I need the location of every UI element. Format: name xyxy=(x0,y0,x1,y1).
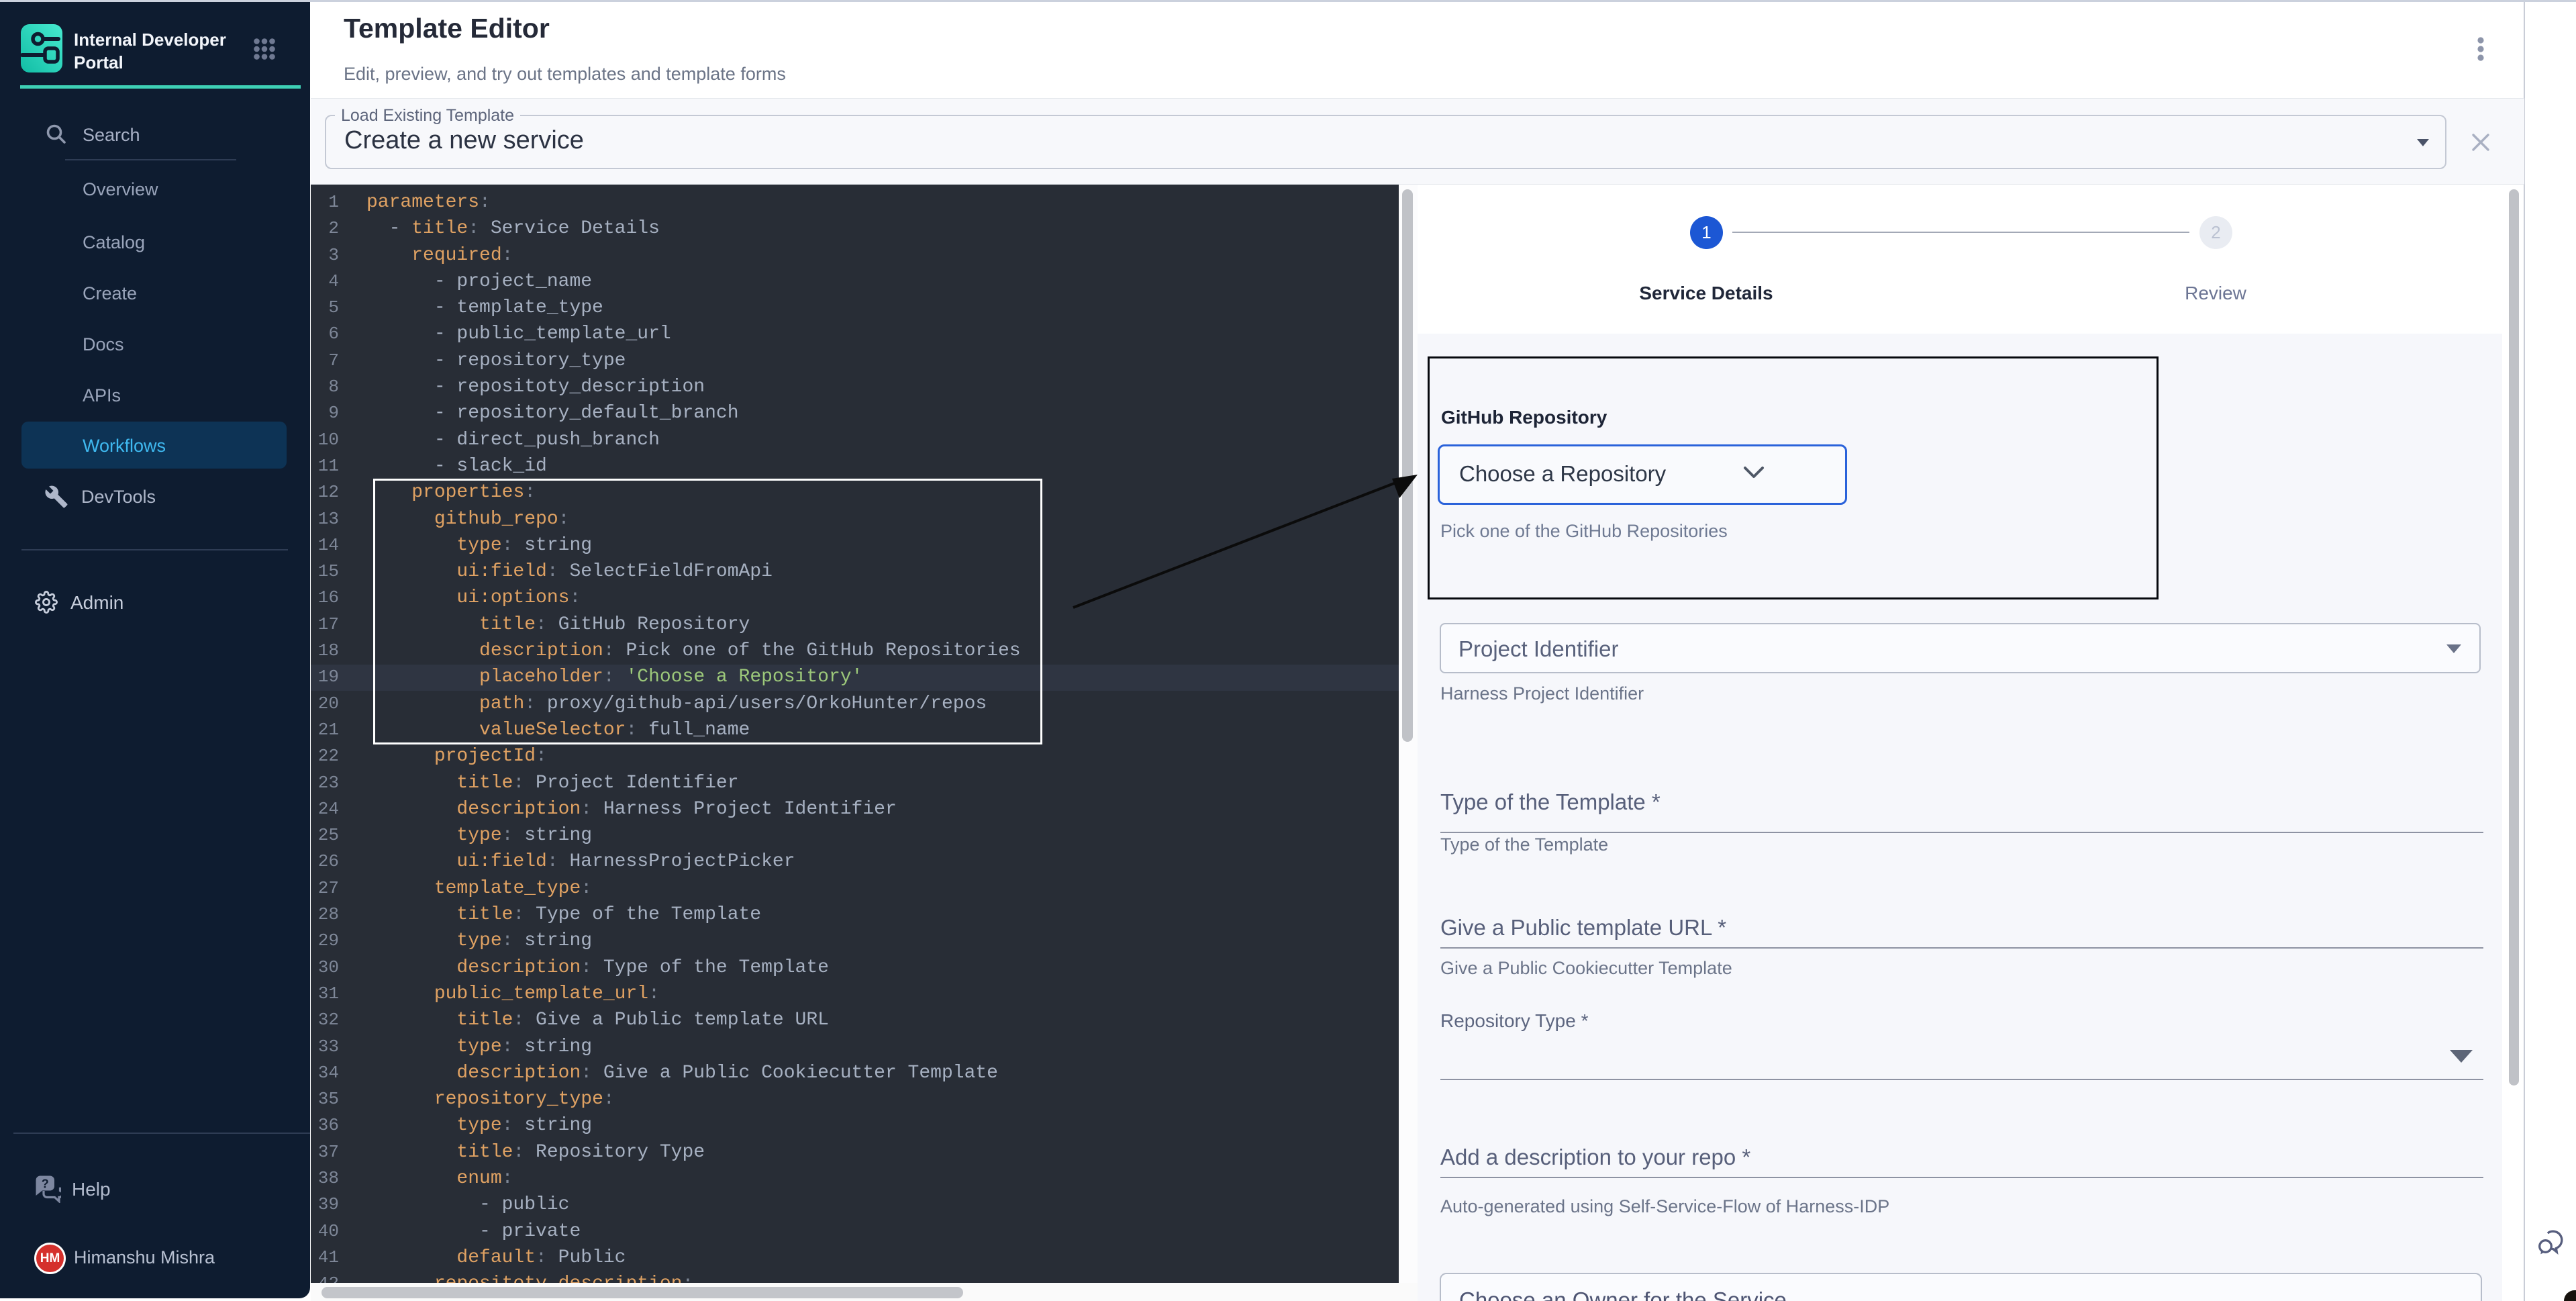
svg-text:?: ? xyxy=(42,1177,49,1191)
